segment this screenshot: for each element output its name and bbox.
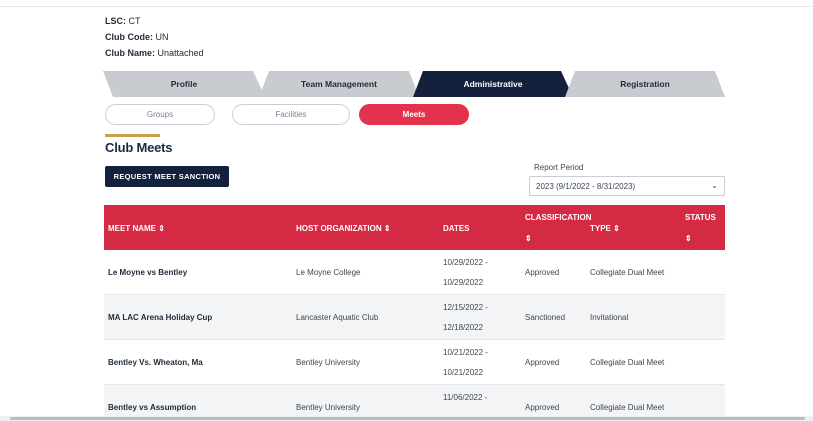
request-meet-sanction-button[interactable]: REQUEST MEET SANCTION <box>105 166 229 187</box>
meet-type: Collegiate Dual Meet <box>590 403 665 412</box>
date-start: 10/21/2022 - <box>443 348 488 357</box>
tab-administrative[interactable]: Administrative <box>413 71 573 97</box>
header-meet-name[interactable]: MEET NAME ⇕ <box>108 224 165 233</box>
date-end: 10/21/2022 <box>443 368 484 377</box>
classification: Sanctioned <box>525 313 566 322</box>
meet-type: Invitational <box>590 313 629 322</box>
date-start: 12/15/2022 - <box>443 303 488 312</box>
classification: Approved <box>525 403 560 412</box>
header-type[interactable]: TYPE ⇕ <box>590 224 620 233</box>
date-end: 10/29/2022 <box>443 278 484 287</box>
meet-name[interactable]: Bentley Vs. Wheaton, Ma <box>108 358 203 367</box>
tab-administrative-label: Administrative <box>463 79 523 89</box>
header-meet-name-label: MEET NAME <box>108 224 156 233</box>
header-dates: DATES <box>443 224 470 233</box>
subnav-facilities[interactable]: Facilities <box>232 104 350 125</box>
header-status[interactable]: STATUS ⇕ <box>685 213 716 243</box>
host-organization: Lancaster Aquatic Club <box>296 313 379 322</box>
top-divider <box>0 6 813 7</box>
meet-name[interactable]: Bentley vs Assumption <box>108 403 196 412</box>
chevron-down-icon: ⌄ <box>711 181 718 190</box>
header-type-label: TYPE <box>590 224 611 233</box>
table-row[interactable]: MA LAC Arena Holiday Cup Lancaster Aquat… <box>104 295 725 340</box>
club-info: LSC: CT Club Code: UN Club Name: Unattac… <box>105 13 204 61</box>
sort-arrows-icon: ⇕ <box>525 234 532 243</box>
report-period-value: 2023 (9/1/2022 - 8/31/2023) <box>536 181 636 191</box>
club-code-row: Club Code: UN <box>105 29 204 45</box>
tab-profile-label: Profile <box>170 79 198 89</box>
sort-arrows-icon: ⇕ <box>613 224 620 233</box>
tab-profile[interactable]: Profile <box>103 71 265 97</box>
scrollbar-thumb[interactable] <box>10 417 805 420</box>
club-code-label: Club Code: <box>105 32 153 42</box>
subnav-meets[interactable]: Meets <box>359 104 469 125</box>
sort-arrows-icon: ⇕ <box>158 224 165 233</box>
header-status-label: STATUS <box>685 213 716 222</box>
host-organization: Bentley University <box>296 403 361 412</box>
tab-registration-label: Registration <box>620 79 670 89</box>
title-accent-bar <box>105 134 160 137</box>
date-start: 10/29/2022 - <box>443 258 488 267</box>
sort-arrows-icon: ⇕ <box>685 234 692 243</box>
tab-team-management-label: Team Management <box>301 79 377 89</box>
date-start: 11/06/2022 - <box>443 393 488 402</box>
header-classification[interactable]: CLASSIFICATION ⇕ <box>525 213 592 243</box>
meet-type: Collegiate Dual Meet <box>590 268 665 277</box>
meet-name[interactable]: Le Moyne vs Bentley <box>108 268 187 277</box>
date-end: 12/18/2022 <box>443 323 484 332</box>
header-host-organization[interactable]: HOST ORGANIZATION ⇕ <box>296 224 391 233</box>
club-name-label: Club Name: <box>105 48 156 58</box>
meet-type: Collegiate Dual Meet <box>590 358 665 367</box>
tab-registration[interactable]: Registration <box>565 71 725 97</box>
report-period-label: Report Period <box>534 163 584 172</box>
club-name-value: Unattached <box>157 48 204 58</box>
tab-team-management[interactable]: Team Management <box>259 71 419 97</box>
classification: Approved <box>525 358 560 367</box>
classification: Approved <box>525 268 560 277</box>
subnav-groups-label: Groups <box>146 110 174 119</box>
table-row[interactable]: Le Moyne vs Bentley Le Moyne College 10/… <box>104 250 725 295</box>
lsc-label: LSC: <box>105 16 126 26</box>
host-organization: Le Moyne College <box>296 268 361 277</box>
table-header: MEET NAME ⇕ HOST ORGANIZATION ⇕ DATES CL… <box>104 205 725 250</box>
report-period-select[interactable]: 2023 (9/1/2022 - 8/31/2023) ⌄ <box>529 176 725 196</box>
header-dates-label: DATES <box>443 224 470 233</box>
club-meets-table: MEET NAME ⇕ HOST ORGANIZATION ⇕ DATES CL… <box>104 205 725 421</box>
page-title: Club Meets <box>105 140 173 155</box>
header-classification-label: CLASSIFICATION <box>525 213 592 222</box>
subnav-facilities-label: Facilities <box>275 110 307 119</box>
table-row[interactable]: Bentley Vs. Wheaton, Ma Bentley Universi… <box>104 340 725 385</box>
header-host-label: HOST ORGANIZATION <box>296 224 382 233</box>
sort-arrows-icon: ⇕ <box>383 224 391 233</box>
main-tabs: Profile Team Management Administrative R… <box>103 71 725 97</box>
subnav-meets-label: Meets <box>402 110 426 119</box>
club-name-row: Club Name: Unattached <box>105 45 204 61</box>
lsc-row: LSC: CT <box>105 13 204 29</box>
meet-name[interactable]: MA LAC Arena Holiday Cup <box>108 313 212 322</box>
club-code-value: UN <box>155 32 169 42</box>
subnav-groups[interactable]: Groups <box>105 104 215 125</box>
host-organization: Bentley University <box>296 358 361 367</box>
lsc-value: CT <box>128 16 141 26</box>
